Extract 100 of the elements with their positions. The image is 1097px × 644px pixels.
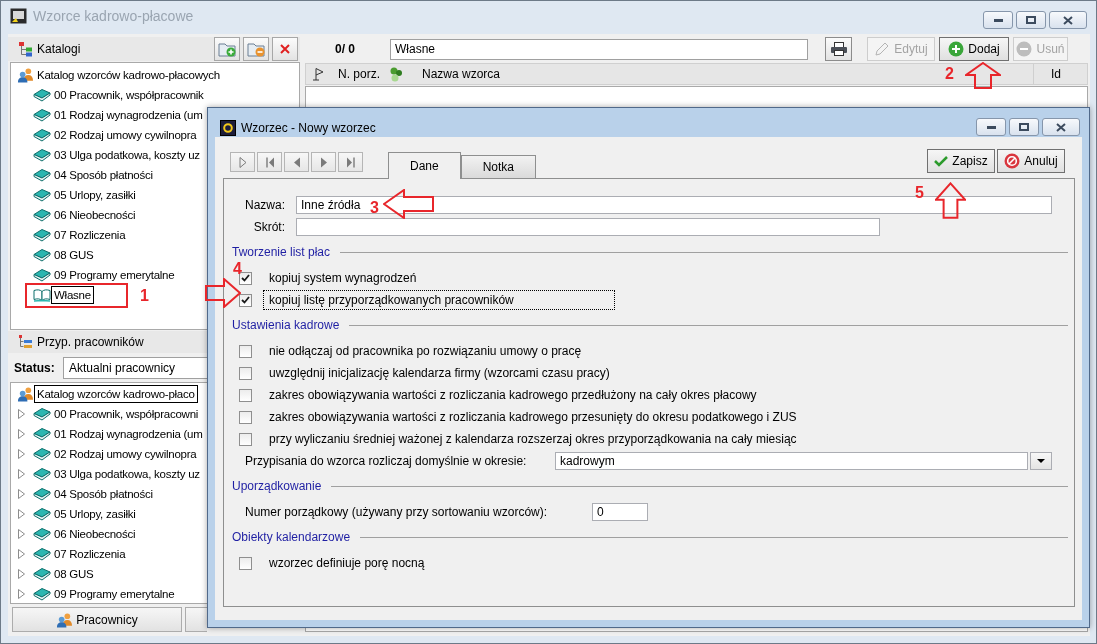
book-icon: [33, 567, 51, 581]
expand-icon[interactable]: [18, 569, 25, 579]
column-header[interactable]: Id: [1034, 64, 1087, 84]
checkbox-label[interactable]: nie odłączaj od pracownika po rozwiązaniu umowy o pracę: [263, 341, 615, 361]
tree-item[interactable]: 09 Programy emerytalne: [51, 266, 178, 284]
minus-icon: [1016, 41, 1033, 57]
tree-item[interactable]: 00 Pracownik, współpracowni: [51, 405, 202, 423]
people-icon: [56, 611, 74, 628]
skip-forward-icon: [346, 156, 355, 168]
tree-item[interactable]: Własne: [51, 286, 94, 304]
next-icon: [320, 156, 327, 168]
field-label: Skrót:: [252, 220, 285, 234]
add-folder-button[interactable]: [214, 37, 240, 61]
book-icon: [33, 487, 51, 501]
tree-item[interactable]: 06 Nieobecności: [51, 525, 139, 543]
tree-item[interactable]: 03 Ulga podatkowa, koszty uz: [51, 146, 203, 164]
expand-icon[interactable]: [18, 589, 25, 599]
expand-icon[interactable]: [18, 489, 25, 499]
expand-icon[interactable]: [18, 429, 25, 439]
delete-button[interactable]: [272, 37, 298, 61]
people-icon: [17, 67, 34, 83]
section-title: Obiekty kalendarzowe: [232, 530, 351, 544]
book-icon: [33, 128, 51, 142]
checkbox-label[interactable]: wzorzec definiuje porę nocną: [263, 553, 615, 573]
cancel-icon: [1004, 153, 1021, 169]
annotation-number: 3: [370, 200, 379, 216]
tree-item[interactable]: Katalog wzorców kadrowo-płaco: [34, 385, 198, 403]
checkbox-label[interactable]: przy wyliczaniu średniej ważonej z kalendarza rozszerzaj okres przyporządkowania na cały miesiąc: [263, 429, 803, 449]
plus-icon: [948, 41, 965, 57]
tree-item[interactable]: 07 Rozliczenia: [51, 226, 129, 244]
book-icon: [33, 268, 51, 282]
book-icon: [33, 88, 51, 102]
expand-icon[interactable]: [18, 449, 25, 459]
checkbox-label[interactable]: kopiuj listę przyporządkowanych pracowników: [263, 290, 615, 310]
book-icon: [33, 208, 51, 222]
save-button[interactable]: Zapisz: [927, 149, 995, 173]
checkbox-label[interactable]: zakres obowiązywania wartości z rozliczania kadrowego przesunięty do okresu podatkowego i ZUS: [263, 407, 803, 427]
tree-item[interactable]: 04 Sposób płatności: [51, 485, 156, 503]
annotation-number: 4: [233, 261, 242, 277]
tree-item[interactable]: 01 Rodzaj wynagrodzenia (um: [51, 106, 206, 124]
tree-item[interactable]: 04 Sposób płatności: [51, 166, 156, 184]
tree-item[interactable]: Katalog wzorców kadrowo-płacowych: [34, 66, 223, 84]
next-record-button[interactable]: [311, 152, 336, 172]
checkbox[interactable]: [239, 388, 252, 402]
new-record-button[interactable]: [230, 152, 255, 172]
tab[interactable]: Dane: [388, 152, 461, 179]
tree-item[interactable]: 06 Nieobecności: [51, 206, 139, 224]
tree-item[interactable]: 00 Pracownik, współpracownik: [51, 86, 207, 104]
record-counter: 0/ 0: [334, 42, 356, 56]
expand-icon[interactable]: [18, 509, 25, 519]
field-label: Przypisania do wzorca rozliczaj domyślnie w okresie:: [245, 454, 528, 468]
close-icon: [1063, 15, 1073, 25]
tree-item[interactable]: 01 Rodzaj wynagrodzenia (um: [51, 425, 206, 443]
dropdown-button[interactable]: [1030, 452, 1052, 470]
expand-icon[interactable]: [18, 529, 25, 539]
cancel-button[interactable]: Anuluj: [997, 149, 1065, 173]
section-title: Ustawienia kadrowe: [232, 318, 340, 332]
tree-item[interactable]: 08 GUS: [51, 246, 97, 264]
expand-icon[interactable]: [18, 549, 25, 559]
tree-item[interactable]: 03 Ulga podatkowa, koszty uz: [51, 465, 203, 483]
checkbox[interactable]: [239, 432, 252, 446]
tree-item[interactable]: 09 Programy emerytalne: [51, 585, 178, 603]
field-label: Nazwa:: [244, 198, 285, 212]
flag-icon: [312, 67, 325, 81]
maximize-icon: [1019, 123, 1029, 131]
tree-item[interactable]: 08 GUS: [51, 565, 97, 583]
play-outline-icon: [238, 156, 247, 168]
tab[interactable]: Notka: [460, 155, 537, 178]
book-icon: [33, 188, 51, 202]
dialog-title: Wzorzec - Nowy wzorzec: [241, 120, 376, 136]
tree-item[interactable]: 05 Urlopy, zasiłki: [51, 505, 139, 523]
text-field[interactable]: [296, 218, 880, 236]
tree-item[interactable]: 07 Rozliczenia: [51, 545, 129, 563]
caret-icon: [1037, 459, 1045, 463]
tree-item[interactable]: 02 Rodzaj umowy cywilnopra: [51, 126, 200, 144]
book-icon: [33, 547, 51, 561]
checkbox-label[interactable]: uwzględnij inicjalizację kalendarza firmy (wzorcami czasu pracy): [263, 363, 616, 383]
expand-icon[interactable]: [18, 409, 25, 419]
checkbox[interactable]: [239, 344, 252, 358]
checkbox[interactable]: [239, 410, 252, 424]
right-arrow-icon: [205, 278, 241, 308]
column-header[interactable]: N. porz.: [331, 64, 386, 84]
status-label: Status:: [14, 361, 55, 375]
folder-minus-icon: [247, 41, 265, 57]
checkbox[interactable]: [239, 293, 252, 307]
checkbox[interactable]: [239, 556, 252, 570]
previous-record-button[interactable]: [284, 152, 309, 172]
number-field[interactable]: 0: [592, 503, 648, 521]
tree-item[interactable]: 05 Urlopy, zasiłki: [51, 186, 139, 204]
tree-item[interactable]: 02 Rodzaj umowy cywilnopra: [51, 445, 200, 463]
book-icon: [33, 427, 51, 441]
first-record-button[interactable]: [257, 152, 282, 172]
expand-icon[interactable]: [18, 469, 25, 479]
checkbox-label[interactable]: zakres obowiązywania wartości z rozliczania kadrowego przedłużony na cały okres płacowy: [263, 385, 763, 405]
dropdown-field[interactable]: kadrowym: [555, 452, 1028, 470]
checkbox[interactable]: [239, 366, 252, 380]
checkbox-label[interactable]: kopiuj system wynagrodzeń: [263, 268, 615, 288]
remove-folder-button[interactable]: [243, 37, 269, 61]
last-record-button[interactable]: [338, 152, 363, 172]
app-icon: [220, 120, 236, 136]
